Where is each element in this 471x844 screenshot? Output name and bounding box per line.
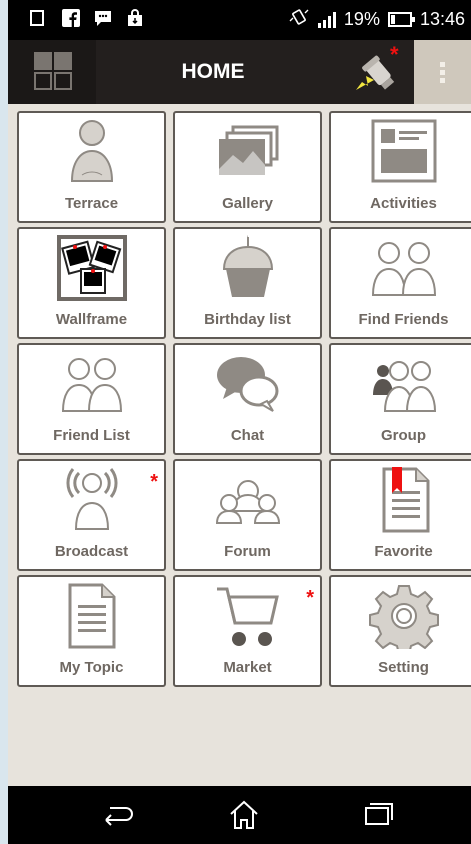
tile-group[interactable]: Group [329, 343, 471, 455]
document-icon [19, 583, 164, 649]
app-bar: HOME * [8, 40, 471, 104]
tile-friend-list[interactable]: Friend List [17, 343, 166, 455]
two-people-icon [331, 235, 471, 299]
tile-label: Find Friends [358, 311, 449, 328]
forum-icon [175, 467, 320, 531]
tile-label: Terrace [64, 195, 119, 212]
gear-icon [331, 583, 471, 649]
vibrate-icon [288, 8, 310, 31]
tile-label: My Topic [59, 659, 124, 676]
home-icon[interactable] [227, 798, 261, 832]
tile-label: Forum [224, 543, 271, 560]
tile-favorite[interactable]: Favorite [329, 459, 471, 571]
tile-label: Wallframe [55, 311, 128, 328]
bookmark-icon [331, 467, 471, 533]
tile-label: Birthday list [204, 311, 291, 328]
friends-icon [19, 351, 164, 415]
tile-chat[interactable]: Chat [173, 343, 322, 455]
new-badge: * [306, 587, 314, 609]
group-icon [331, 351, 471, 415]
tile-wallframe[interactable]: Wallframe [17, 227, 166, 339]
tile-label: Gallery [222, 195, 273, 212]
notification-icon [30, 9, 48, 27]
menu-button[interactable] [8, 40, 96, 104]
notification-button[interactable]: * [348, 42, 408, 96]
chat-bubbles-icon [175, 351, 320, 415]
polaroid-icon [19, 235, 164, 301]
tile-activities[interactable]: Activities [329, 111, 471, 223]
shopping-bag-icon [126, 9, 144, 27]
person-icon [19, 119, 164, 183]
battery-icon [387, 12, 415, 27]
notification-badge: * [390, 42, 399, 67]
tile-label: Chat [230, 427, 265, 444]
facebook-icon [62, 9, 80, 27]
back-icon[interactable] [100, 798, 134, 832]
navigation-bar [8, 786, 471, 844]
cupcake-icon [175, 235, 320, 299]
tile-label: Market [223, 659, 272, 676]
tile-gallery[interactable]: Gallery [173, 111, 322, 223]
flashlight-icon [348, 55, 408, 100]
tile-label: Broadcast [54, 543, 129, 560]
clock: 13:46 [419, 9, 465, 29]
signal-icon [317, 11, 336, 28]
tile-label: Activities [370, 195, 437, 212]
page-title: HOME [181, 60, 245, 83]
tile-find-friends[interactable]: Find Friends [329, 227, 471, 339]
tile-market[interactable]: * Market [173, 575, 322, 687]
photos-icon [175, 119, 320, 183]
status-bar: 19% 13:46 [8, 0, 471, 40]
tile-setting[interactable]: Setting [329, 575, 471, 687]
newsfeed-icon [331, 119, 471, 183]
tile-forum[interactable]: Forum [173, 459, 322, 571]
tile-terrace[interactable]: Terrace [17, 111, 166, 223]
home-menu-grid: Terrace Gallery Activities Wallframe Bir… [17, 111, 471, 687]
tile-birthday-list[interactable]: Birthday list [173, 227, 322, 339]
tile-broadcast[interactable]: * Broadcast [17, 459, 166, 571]
tile-label: Group [381, 427, 426, 444]
tile-label: Setting [378, 659, 429, 676]
broadcast-icon [19, 467, 164, 531]
overflow-menu-button[interactable] [414, 40, 471, 104]
recent-apps-icon[interactable] [360, 798, 394, 832]
messenger-icon [94, 9, 112, 27]
tile-label: Friend List [53, 427, 130, 444]
battery-percent: 19% [343, 9, 380, 29]
tile-my-topic[interactable]: My Topic [17, 575, 166, 687]
cart-icon [175, 583, 320, 647]
tile-label: Favorite [374, 543, 433, 560]
new-badge: * [150, 471, 158, 493]
